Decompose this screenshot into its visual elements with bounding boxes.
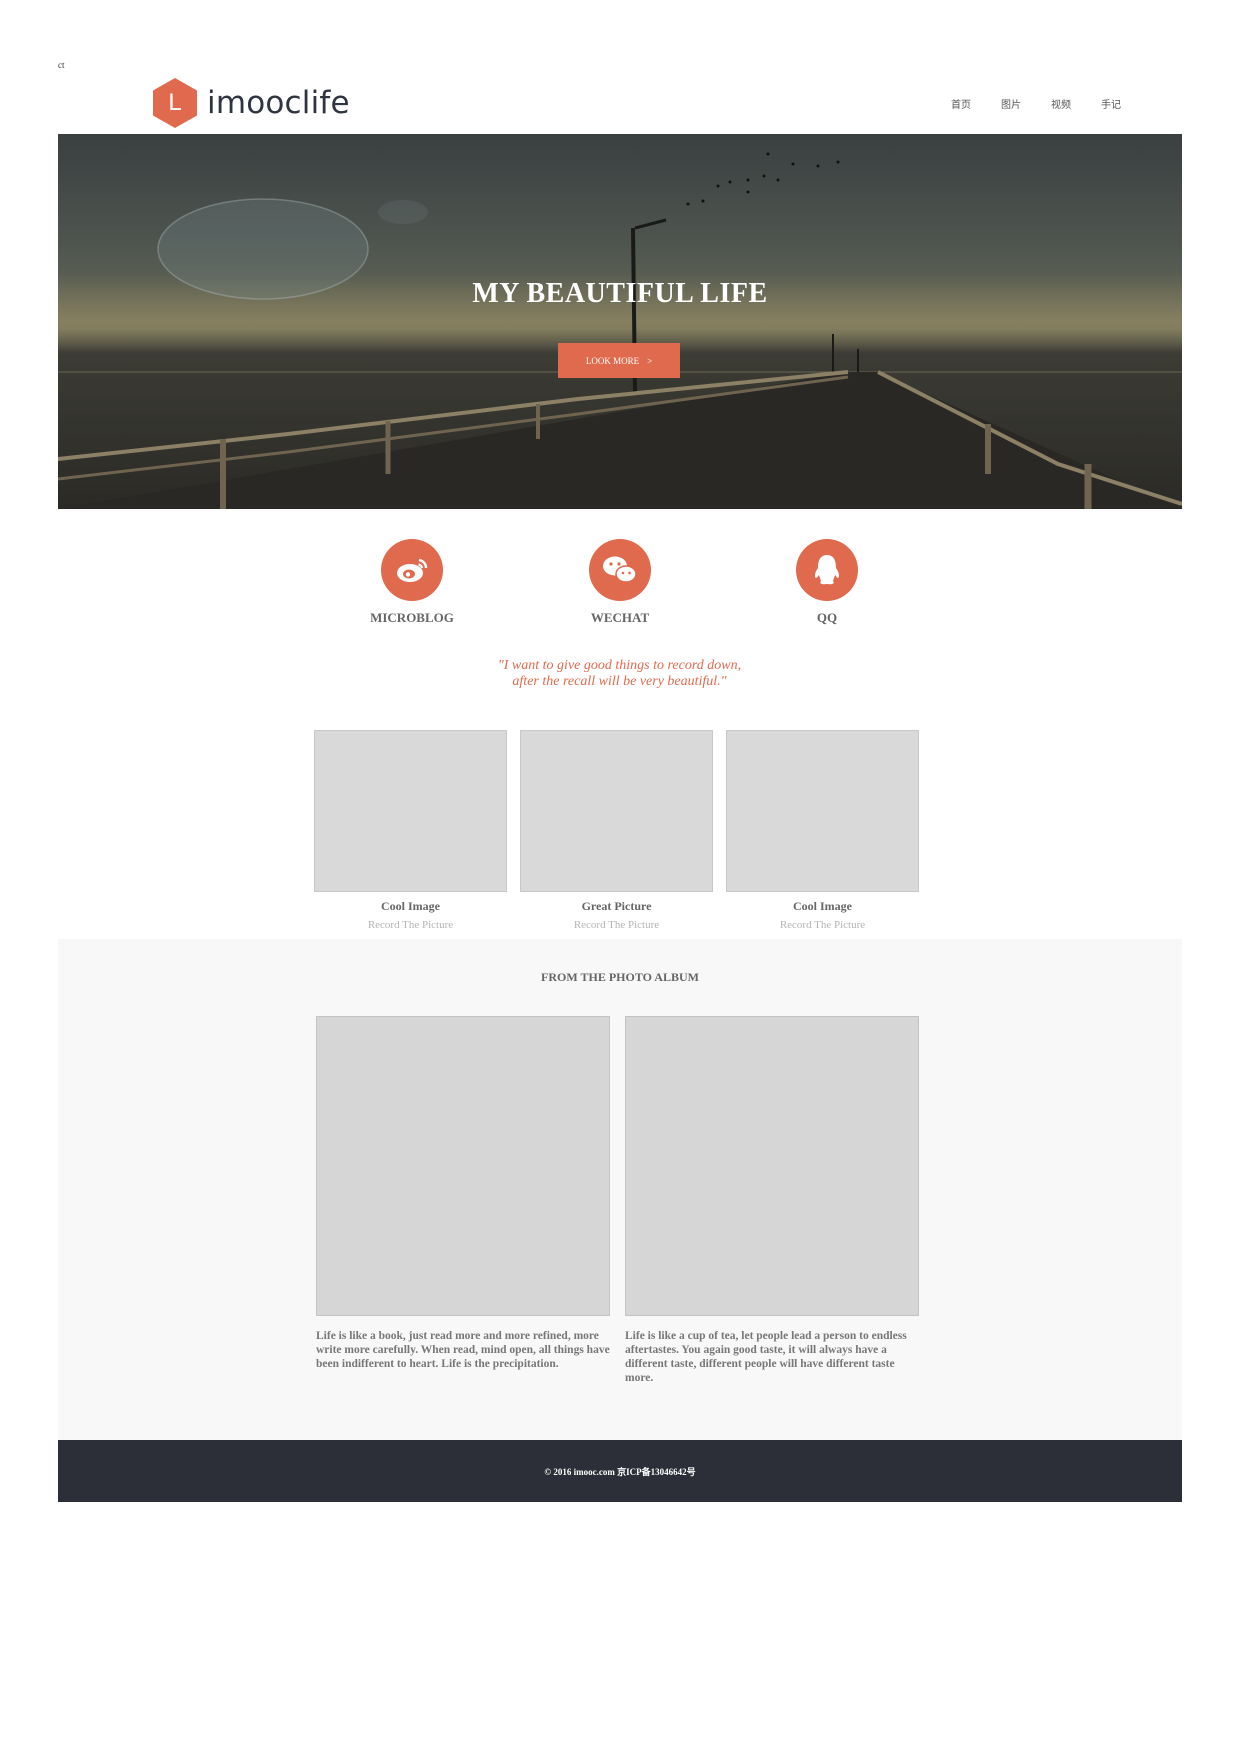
- photo-card[interactable]: Great Picture Record The Picture: [520, 730, 713, 931]
- album-image: [316, 1016, 610, 1316]
- corner-text: ct: [58, 60, 65, 70]
- arrow-right-icon: >: [647, 355, 653, 366]
- look-more-button[interactable]: LOOK MORE >: [558, 343, 680, 378]
- banner-scenery-image: [58, 152, 1182, 509]
- social-links: MICROBLOG WECHAT QQ: [0, 539, 1239, 629]
- photo-title: Great Picture: [581, 899, 652, 913]
- album-heading: FROM THE PHOTO ALBUM: [541, 970, 699, 984]
- wechat-icon: [589, 539, 651, 601]
- social-label: MICROBLOG: [370, 610, 454, 625]
- social-item-microblog[interactable]: MICROBLOG: [342, 539, 482, 626]
- album-card[interactable]: Life is like a book, just read more and …: [316, 1016, 610, 1371]
- photo-image: [520, 730, 713, 892]
- brand-logo[interactable]: L imooclife: [153, 78, 350, 128]
- weibo-icon: [381, 539, 443, 601]
- nav-item-notes[interactable]: 手记: [1086, 96, 1136, 111]
- album-card[interactable]: Life is like a cup of tea, let people le…: [625, 1016, 919, 1385]
- photo-card[interactable]: Cool Image Record The Picture: [314, 730, 507, 931]
- album-caption: Life is like a book, just read more and …: [316, 1330, 610, 1370]
- photo-image: [314, 730, 507, 892]
- social-item-qq[interactable]: QQ: [757, 539, 897, 626]
- banner-title: MY BEAUTIFUL LIFE: [472, 278, 768, 309]
- look-more-label: LOOK MORE: [585, 355, 640, 366]
- social-label: WECHAT: [590, 610, 650, 625]
- photo-subtitle: Record The Picture: [779, 919, 866, 931]
- photo-image: [726, 730, 919, 892]
- album-image: [625, 1016, 919, 1316]
- main-nav: 首页 图片 视频 手记: [936, 96, 1136, 111]
- qq-icon: [796, 539, 858, 601]
- nav-item-pictures[interactable]: 图片: [986, 96, 1036, 111]
- quote-block: "I want to give good things to record do…: [0, 658, 1239, 690]
- album-caption: Life is like a cup of tea, let people le…: [625, 1330, 907, 1384]
- logo-hexagon-icon: L: [153, 78, 197, 128]
- hero-banner: MY BEAUTIFUL LIFE LOOK MORE >: [58, 134, 1182, 509]
- photo-subtitle: Record The Picture: [573, 919, 660, 931]
- quote-line: after the recall will be very beautiful.…: [512, 674, 727, 689]
- photo-album-section: FROM THE PHOTO ALBUM Life is like a book…: [58, 939, 1182, 1440]
- photo-card[interactable]: Cool Image Record The Picture: [726, 730, 919, 931]
- social-label: QQ: [816, 610, 838, 625]
- quote-line: "I want to give good things to record do…: [497, 658, 742, 673]
- nav-item-videos[interactable]: 视频: [1036, 96, 1086, 111]
- brand-name: imooclife: [207, 85, 350, 121]
- photo-title: Cool Image: [381, 899, 440, 913]
- photo-title: Cool Image: [793, 899, 852, 913]
- copyright-text: © 2016 imooc.com 京ICP备13046642号: [544, 1466, 696, 1477]
- social-item-wechat[interactable]: WECHAT: [550, 539, 690, 626]
- nav-item-home[interactable]: 首页: [936, 96, 986, 111]
- site-footer: © 2016 imooc.com 京ICP备13046642号: [58, 1440, 1182, 1502]
- photo-subtitle: Record The Picture: [367, 919, 454, 931]
- site-header: L imooclife 首页 图片 视频 手记: [58, 70, 1182, 134]
